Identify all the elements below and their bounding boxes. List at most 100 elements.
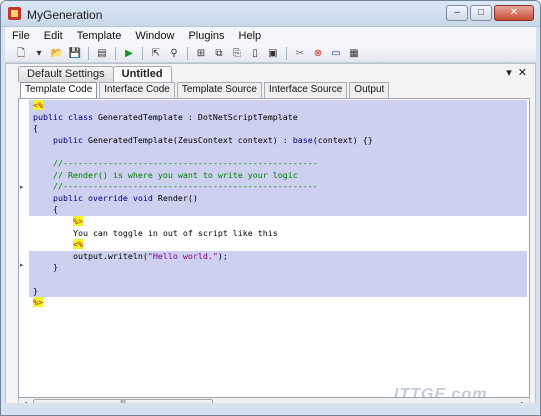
code-token: } bbox=[33, 285, 38, 296]
tree-icon[interactable]: ⊞ bbox=[193, 47, 209, 61]
document-area: Default Settings Untitled ▾ ✕ Template Co… bbox=[5, 63, 536, 413]
code-token: GeneratedTemplate : DotNetScriptTemplate bbox=[97, 111, 298, 122]
code-token: { bbox=[33, 204, 58, 215]
editor-tabs: Template Code Interface Code Template Sour… bbox=[20, 82, 391, 98]
code-line: public GeneratedTemplate(ZeusContext con… bbox=[29, 134, 527, 147]
run-icon[interactable]: ▶ bbox=[121, 47, 137, 61]
code-line: { bbox=[29, 204, 527, 216]
code-token: public bbox=[52, 134, 88, 145]
toolbar: 🗋 ▾ 📂 💾 ▤ ▶ ⇱ ⚲ ⊞ ⧉ ⎘ ▯ ▣ ✂ ⊗ ▭ ▦ bbox=[5, 45, 536, 63]
toolbar-separator bbox=[88, 47, 89, 60]
code-token: (context) {} bbox=[312, 134, 373, 145]
settings-doc-icon[interactable]: ▦ bbox=[346, 47, 362, 61]
doc-close-button[interactable]: ✕ bbox=[518, 66, 527, 79]
fold-marker-icon[interactable]: ▸ bbox=[20, 261, 24, 269]
code-token: GeneratedTemplate(ZeusContext context) : bbox=[87, 134, 293, 145]
code-line: %> bbox=[29, 215, 527, 228]
toolbar-separator bbox=[187, 47, 188, 60]
open-folder-icon[interactable]: 📂 bbox=[49, 47, 65, 61]
code-line: //--------------------------------------… bbox=[29, 181, 527, 193]
code-line: %> bbox=[29, 297, 527, 309]
status-bar bbox=[1, 403, 540, 415]
watermark: ITTGE.com bbox=[394, 386, 488, 398]
doc-tab-default-settings[interactable]: Default Settings bbox=[18, 66, 114, 82]
document-icon[interactable]: ▯ bbox=[247, 47, 263, 61]
code-token: //--------------------------------------… bbox=[33, 181, 318, 192]
doc-tab-untitled[interactable]: Untitled bbox=[112, 66, 172, 82]
code-line: public override void Render() bbox=[29, 192, 527, 205]
toolbar-separator bbox=[286, 47, 287, 60]
code-token: } bbox=[33, 262, 58, 273]
maximize-button[interactable]: □ bbox=[470, 5, 492, 21]
code-token: // Render() is where you want to write y… bbox=[33, 169, 298, 180]
code-line: You can toggle in out of script like thi… bbox=[29, 227, 527, 240]
pin-icon[interactable]: ⚲ bbox=[166, 47, 182, 61]
script-tag: %> bbox=[72, 215, 83, 226]
code-line: output.writeln("Hello world."); bbox=[29, 250, 527, 263]
open-output-icon[interactable]: ⇱ bbox=[148, 47, 164, 61]
code-line: <% bbox=[29, 239, 527, 251]
code-lines: <% public class GeneratedTemplate : DotNe… bbox=[29, 100, 527, 309]
stop-icon[interactable]: ⊗ bbox=[310, 47, 326, 61]
menu-help[interactable]: Help bbox=[232, 30, 269, 42]
window-title: MyGeneration bbox=[27, 8, 103, 22]
code-line: <% bbox=[29, 100, 527, 112]
tab-template-code[interactable]: Template Code bbox=[20, 82, 98, 98]
toolbar-separator bbox=[142, 47, 143, 60]
properties-icon[interactable]: ▤ bbox=[94, 47, 110, 61]
tab-output[interactable]: Output bbox=[349, 82, 390, 98]
code-token: { bbox=[33, 123, 38, 134]
document-controls: ▾ ✕ bbox=[506, 66, 527, 79]
new-file-icon[interactable]: 🗋 bbox=[13, 47, 29, 61]
close-button[interactable]: ✕ bbox=[494, 5, 534, 21]
code-line: { bbox=[29, 123, 527, 135]
script-tag: %> bbox=[33, 297, 43, 308]
code-doc-icon[interactable]: ▣ bbox=[265, 47, 281, 61]
code-token: output.writeln( bbox=[33, 250, 148, 261]
code-token: public class bbox=[33, 111, 98, 122]
copy-icon[interactable]: ⧉ bbox=[211, 47, 227, 61]
save-icon[interactable]: 💾 bbox=[67, 47, 83, 61]
menu-template[interactable]: Template bbox=[70, 30, 129, 42]
menu-file[interactable]: File bbox=[5, 30, 37, 42]
document-tabs: Default Settings Untitled bbox=[18, 66, 172, 82]
code-token: ); bbox=[217, 250, 228, 261]
tab-interface-code[interactable]: Interface Code bbox=[99, 82, 175, 98]
code-line bbox=[29, 273, 527, 286]
title-bar[interactable]: MyGeneration – □ ✕ bbox=[1, 1, 540, 27]
paste-icon[interactable]: ⎘ bbox=[229, 47, 245, 61]
fold-marker-icon[interactable]: ▸ bbox=[20, 183, 24, 191]
app-window: MyGeneration – □ ✕ File Edit Template Windo… bbox=[0, 0, 541, 416]
tools-icon[interactable]: ✂ bbox=[292, 47, 308, 61]
code-line: } bbox=[29, 262, 527, 274]
code-token: //--------------------------------------… bbox=[33, 157, 318, 168]
script-tag: <% bbox=[72, 239, 83, 250]
code-editor[interactable]: ▸ ▸ <% public class GeneratedTemplate : D… bbox=[18, 98, 530, 398]
toolbar-separator bbox=[115, 47, 116, 60]
dropdown-arrow-icon[interactable]: ▾ bbox=[31, 47, 47, 61]
code-token: You can toggle in out of script like thi… bbox=[33, 227, 278, 238]
code-line: } bbox=[29, 285, 527, 298]
menu-window[interactable]: Window bbox=[128, 30, 181, 42]
code-line: // Render() is where you want to write y… bbox=[29, 169, 527, 182]
menu-edit[interactable]: Edit bbox=[37, 30, 70, 42]
menu-plugins[interactable]: Plugins bbox=[181, 30, 231, 42]
app-icon bbox=[8, 7, 21, 20]
code-token: Render() bbox=[157, 192, 198, 203]
code-token: public override void bbox=[52, 192, 158, 203]
tab-interface-source[interactable]: Interface Source bbox=[263, 82, 348, 98]
minimize-button[interactable]: – bbox=[446, 5, 468, 21]
code-line: //--------------------------------------… bbox=[29, 157, 527, 170]
script-tag: <% bbox=[33, 100, 43, 110]
doc-dropdown-button[interactable]: ▾ bbox=[506, 66, 512, 79]
tab-template-source[interactable]: Template Source bbox=[176, 82, 262, 98]
code-token: "Hello world." bbox=[147, 250, 218, 261]
menu-bar: File Edit Template Window Plugins Help bbox=[5, 27, 536, 45]
window-controls: – □ ✕ bbox=[446, 5, 534, 21]
code-line bbox=[29, 146, 527, 158]
monitor-icon[interactable]: ▭ bbox=[328, 47, 344, 61]
